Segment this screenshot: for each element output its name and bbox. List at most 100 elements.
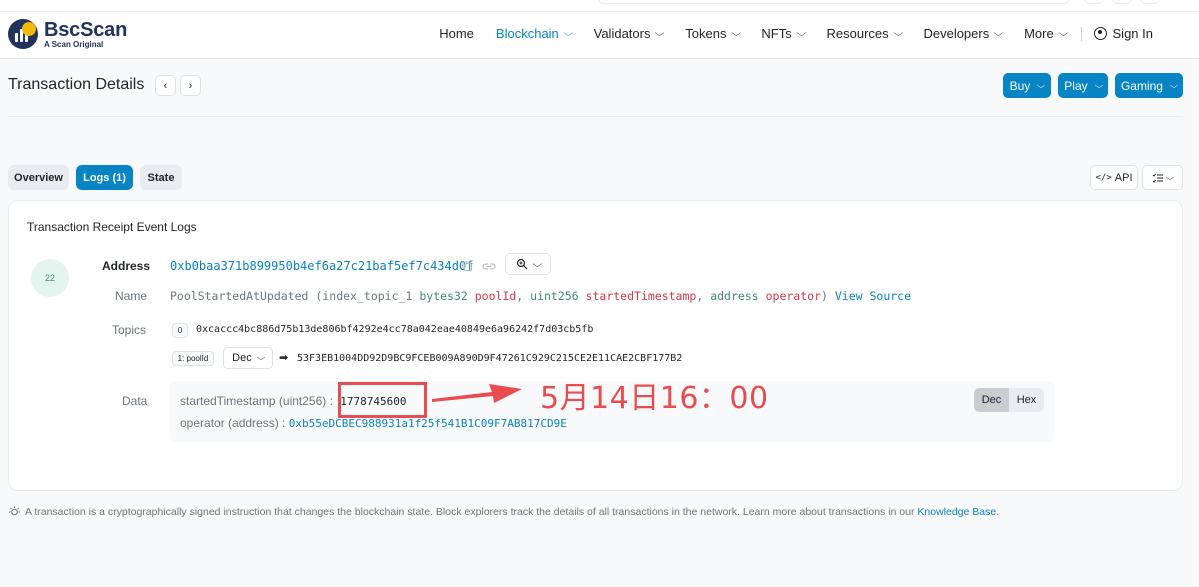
contract-address-link[interactable]: 0xb0baa371b899950b4ef6a27c21baf5ef7c434d…: [170, 259, 473, 273]
log-index-badge: 22: [31, 259, 69, 297]
chevron-left-icon: ‹: [163, 79, 168, 92]
chevron-down-icon: ⌵: [1037, 80, 1046, 90]
event-name: PoolStartedAtUpdated: [170, 289, 309, 303]
chevron-down-icon: ⌵: [1165, 172, 1175, 182]
param-name: operator: [765, 289, 821, 303]
nav-item-more[interactable]: More ⌵: [1024, 26, 1068, 41]
chevron-down-icon: ⌵: [731, 28, 741, 38]
bscscan-logo-icon: [8, 19, 38, 49]
operator-address-link[interactable]: 0xb55eDCBEC988931a1f25f541B1C09F7AB817CD…: [289, 417, 567, 430]
gaming-button[interactable]: Gaming ⌵: [1115, 73, 1183, 98]
tab-overview[interactable]: Overview: [8, 165, 69, 190]
footer-note: A transaction is a cryptographically sig…: [8, 506, 999, 518]
brand-tagline: A Scan Original: [44, 39, 104, 49]
nav-item-tokens[interactable]: Tokens ⌵: [685, 26, 741, 41]
view-source-link[interactable]: View Source: [835, 289, 911, 303]
lightbulb-icon: [9, 506, 20, 516]
annotation-note: 5月14日16：00: [540, 381, 769, 416]
nav-label: Tokens: [685, 26, 727, 41]
knowledge-base-link[interactable]: Knowledge Base: [917, 506, 996, 518]
list-check-icon: [1152, 173, 1163, 183]
annotation-arrow-icon: [432, 384, 522, 403]
buy-button[interactable]: Buy ⌵: [1003, 73, 1051, 98]
chevron-down-icon: ⌵: [796, 28, 806, 38]
param-prefix: index_topic_1: [322, 289, 413, 303]
sign-in-link[interactable]: Sign In: [1093, 26, 1153, 41]
main-nav: Home Blockchain ⌵ Validators ⌵ Tokens ⌵ NFT…: [417, 26, 1153, 41]
param-name: startedTimestamp: [585, 289, 697, 303]
separator: ,: [516, 289, 524, 303]
page-title: Transaction Details: [8, 76, 145, 93]
nav-label: Resources: [826, 26, 889, 41]
link-icon[interactable]: [482, 260, 496, 272]
field-label: startedTimestamp (uint256) :: [180, 394, 333, 408]
nav-item-blockchain[interactable]: Blockchain ⌵: [495, 26, 573, 41]
topic-index-badge: 1: poolId: [172, 351, 214, 366]
data-label: Data: [122, 394, 148, 408]
topic-format-value: Dec: [232, 352, 252, 364]
zoom-in-icon: [516, 258, 528, 270]
zoom-dropdown-button[interactable]: ⌵: [505, 253, 551, 275]
event-logs-card: Transaction Receipt Event Logs 22 Addres…: [8, 200, 1183, 491]
nav-item-developers[interactable]: Developers ⌵: [923, 26, 1004, 41]
tab-logs[interactable]: Logs (1): [76, 165, 133, 190]
footer-text: A transaction is a cryptographically sig…: [25, 506, 915, 518]
topics-label: Topics: [112, 323, 147, 337]
nav-item-resources[interactable]: Resources ⌵: [826, 26, 903, 41]
separator: ,: [696, 289, 704, 303]
topic-1-value: 53F3EB1004DD92D9BC9FCEB009A890D9F47261C9…: [297, 353, 683, 364]
next-tx-button[interactable]: ›: [180, 75, 201, 96]
chevron-down-icon: ⌵: [563, 28, 573, 38]
chevron-down-icon: ⌵: [993, 28, 1004, 38]
top-button-fragment[interactable]: [1112, 0, 1132, 4]
chevron-down-icon: ⌵: [1094, 80, 1103, 90]
param-type: address: [710, 289, 759, 303]
topic-0-value: 0xcaccc4bc886d75b13de806bf4292e4cc78a042…: [196, 324, 594, 335]
play-label: Play: [1064, 78, 1088, 93]
sign-in-label: Sign In: [1112, 26, 1153, 41]
top-button-fragment[interactable]: [1140, 0, 1160, 4]
top-button-fragment[interactable]: [1084, 0, 1104, 4]
arrow-right-icon: ➡: [279, 352, 289, 364]
gaming-label: Gaming: [1120, 78, 1163, 93]
nav-item-home[interactable]: Home: [439, 26, 474, 41]
data-row-operator: operator (address) : 0xb55eDCBEC988931a1…: [180, 416, 567, 430]
chevron-down-icon: ⌵: [1058, 28, 1068, 38]
code-icon: </>: [1095, 172, 1112, 183]
nav-item-validators[interactable]: Validators ⌵: [593, 26, 665, 41]
nav-label: Developers: [923, 26, 990, 41]
annotation-highlight-box: [338, 382, 427, 418]
chevron-right-icon: ›: [188, 79, 193, 92]
dec-toggle-button[interactable]: Dec: [974, 388, 1009, 412]
api-button[interactable]: </> API: [1090, 165, 1138, 190]
buy-label: Buy: [1009, 78, 1031, 93]
topic-format-select[interactable]: Dec ⌵: [223, 347, 273, 369]
chevron-down-icon: ⌵: [655, 28, 665, 38]
prev-tx-button[interactable]: ‹: [155, 75, 176, 96]
nav-label: Validators: [593, 26, 651, 41]
card-title: Transaction Receipt Event Logs: [27, 220, 197, 234]
search-bar-fragment[interactable]: [598, 0, 1070, 4]
top-strip: [0, 0, 1199, 12]
copy-icon[interactable]: [461, 260, 473, 272]
chevron-down-icon: ⌵: [893, 28, 903, 38]
nav-item-nfts[interactable]: NFTs ⌵: [761, 26, 806, 41]
user-icon: [1093, 27, 1107, 40]
address-label: Address: [102, 259, 151, 273]
list-options-button[interactable]: ⌵: [1142, 165, 1183, 190]
nav-label: Blockchain: [495, 26, 559, 41]
footer-end: .: [996, 506, 1000, 518]
play-button[interactable]: Play ⌵: [1058, 73, 1108, 98]
tab-state[interactable]: State: [140, 165, 182, 190]
logo[interactable]: BscScan A Scan Original: [8, 19, 127, 49]
name-label: Name: [115, 289, 148, 303]
dec-hex-toggle: Dec Hex: [974, 388, 1044, 412]
topic-index-badge: 0: [172, 323, 188, 338]
hex-toggle-button[interactable]: Hex: [1009, 388, 1044, 412]
chevron-down-icon: ⌵: [1169, 80, 1179, 90]
chevron-down-icon: ⌵: [532, 258, 542, 269]
brand-name: BscScan: [44, 18, 128, 41]
field-label: operator (address) :: [180, 416, 286, 430]
param-type: bytes32: [419, 289, 468, 303]
nav-divider: [1080, 26, 1082, 41]
